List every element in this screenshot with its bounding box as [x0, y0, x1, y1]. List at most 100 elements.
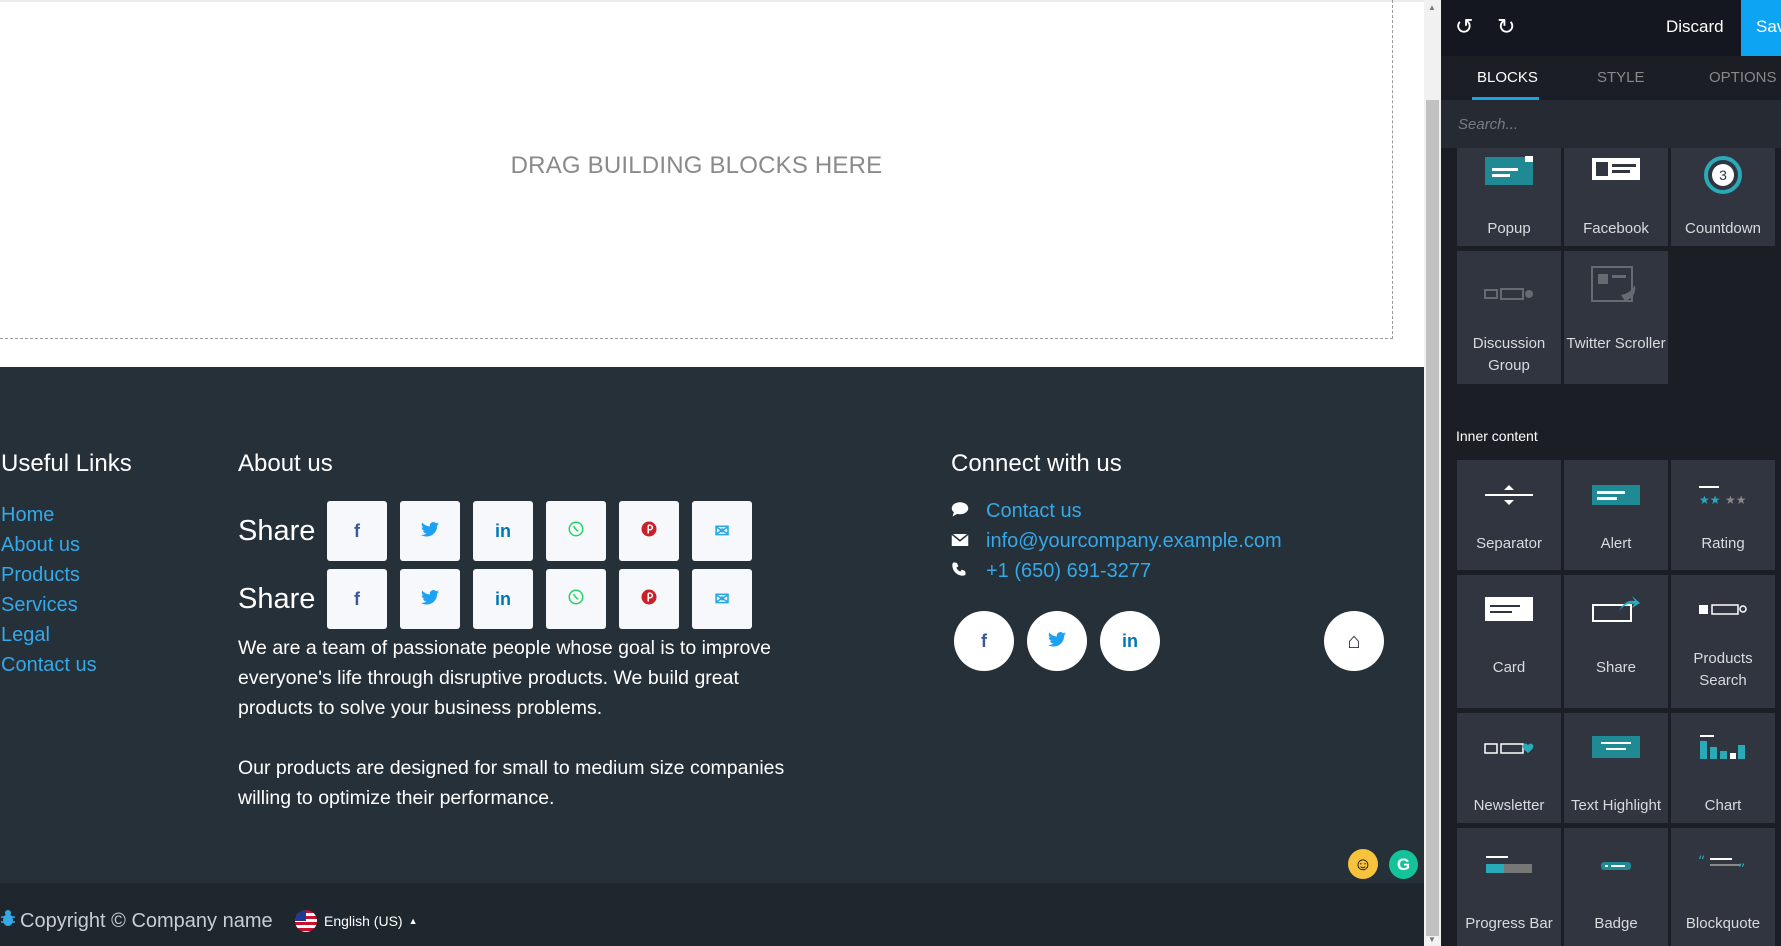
share-twitter-button[interactable] [400, 569, 460, 629]
progress-bar-icon [1486, 856, 1532, 873]
newsletter-icon [1484, 743, 1534, 754]
svg-text:”: ” [1738, 862, 1745, 878]
blocks-search-input[interactable] [1456, 115, 1760, 134]
scroll-thumb[interactable] [1426, 100, 1439, 936]
block-label: Popup [1487, 220, 1531, 237]
language-selector[interactable]: English (US) ▲ [295, 910, 418, 932]
card-icon [1485, 597, 1533, 621]
email-line: info@yourcompany.example.com [951, 530, 1282, 553]
home-button[interactable]: ⌂ [1324, 611, 1384, 671]
block-alert[interactable]: Alert [1564, 460, 1668, 570]
editor-topbar: ↺ ↻ Discard Sav [1441, 0, 1781, 56]
share-facebook-button[interactable]: f [327, 501, 387, 561]
footer-link-legal[interactable]: Legal [1, 620, 97, 650]
block-badge[interactable]: Badge [1564, 828, 1668, 946]
scroll-down-icon[interactable]: ▼ [1428, 935, 1436, 944]
social-facebook-button[interactable]: f [954, 611, 1014, 671]
footer-link-contact-us[interactable]: Contact us [1, 650, 97, 680]
block-text-highlight[interactable]: Text Highlight [1564, 713, 1668, 823]
footer-link-services[interactable]: Services [1, 590, 97, 620]
svg-text:3: 3 [1719, 167, 1727, 183]
footer-link-products[interactable]: Products [1, 560, 97, 590]
block-share[interactable]: Share [1564, 575, 1668, 708]
page-canvas: DRAG BUILDING BLOCKS HERE Useful Links H… [0, 0, 1424, 946]
block-products-search[interactable]: Products Search [1671, 575, 1775, 708]
block-discussion-group[interactable]: Discussion Group [1457, 251, 1561, 384]
block-countdown[interactable]: 3 Countdown [1671, 148, 1775, 246]
svg-text:★★: ★★ [1725, 493, 1747, 507]
social-twitter-button[interactable] [1027, 611, 1087, 671]
block-label: Newsletter [1473, 797, 1545, 814]
footer-link-home[interactable]: Home [1, 500, 97, 530]
block-label: Text Highlight [1570, 797, 1662, 814]
block-label: Card [1492, 659, 1526, 676]
block-facebook[interactable]: Facebook [1564, 148, 1668, 246]
save-button[interactable]: Sav [1741, 0, 1781, 56]
linkedin-icon: in [1122, 630, 1138, 651]
share-pinterest-button[interactable] [619, 569, 679, 629]
discussion-group-icon [1484, 288, 1533, 300]
pinterest-icon [640, 520, 658, 543]
social-linkedin-button[interactable]: in [1100, 611, 1160, 671]
block-progress-bar[interactable]: Progress Bar [1457, 828, 1561, 946]
inner-content-section-title: Inner content [1456, 428, 1538, 444]
facebook-block-icon [1592, 158, 1640, 180]
emoji-widget-icon[interactable]: ☺ [1348, 849, 1378, 879]
share-linkedin-button[interactable]: in [473, 501, 533, 561]
copyright-bar: Copyright © Company name English (US) ▲ [0, 883, 1424, 946]
blocks-search [1441, 100, 1781, 148]
share-facebook-button[interactable]: f [327, 569, 387, 629]
badge-icon [1601, 862, 1631, 870]
share-whatsapp-button[interactable] [546, 501, 606, 561]
discard-button[interactable]: Discard [1666, 17, 1724, 37]
block-newsletter[interactable]: Newsletter [1457, 713, 1561, 823]
block-separator[interactable]: Separator [1457, 460, 1561, 570]
page-scrollbar[interactable]: ▲ ▼ [1424, 0, 1441, 946]
scroll-up-icon[interactable]: ▲ [1428, 3, 1436, 12]
undo-icon[interactable]: ↺ [1455, 14, 1473, 40]
pinterest-icon [640, 588, 658, 611]
bug-icon[interactable] [0, 909, 16, 933]
footer: Useful Links Home About us Products Serv… [0, 367, 1424, 883]
block-label: Progress Bar [1465, 915, 1553, 932]
twitter-scroller-icon [1591, 266, 1636, 302]
block-card[interactable]: Card [1457, 575, 1561, 708]
share-whatsapp-button[interactable] [546, 569, 606, 629]
linkedin-icon: in [495, 520, 511, 541]
tab-options[interactable]: OPTIONS [1709, 69, 1777, 86]
redo-icon[interactable]: ↻ [1497, 14, 1515, 40]
block-rating[interactable]: ★★ ★★ Rating [1671, 460, 1775, 570]
block-chart[interactable]: Chart [1671, 713, 1775, 823]
tab-blocks[interactable]: BLOCKS [1477, 69, 1538, 86]
share-label: Share [238, 582, 316, 615]
share-linkedin-button[interactable]: in [473, 569, 533, 629]
about-paragraph-1: We are a team of passionate people whose… [238, 637, 771, 719]
share-email-button[interactable]: ✉ [692, 501, 752, 561]
share-email-button[interactable]: ✉ [692, 569, 752, 629]
grammarly-icon[interactable]: G [1389, 850, 1418, 879]
contact-us-link[interactable]: Contact us [986, 500, 1082, 523]
phone-icon [951, 561, 986, 582]
share-twitter-button[interactable] [400, 501, 460, 561]
block-label: Twitter Scroller [1566, 335, 1666, 352]
block-popup[interactable]: Popup [1457, 148, 1561, 246]
useful-links-title: Useful Links [1, 450, 132, 477]
useful-links-list: Home About us Products Services Legal Co… [1, 500, 97, 680]
phone-link[interactable]: +1 (650) 691-3277 [986, 560, 1151, 583]
twitter-icon [421, 589, 439, 610]
facebook-icon: f [354, 520, 360, 541]
email-link[interactable]: info@yourcompany.example.com [986, 530, 1282, 553]
blockquote-icon: “” [1698, 854, 1745, 878]
copyright: Copyright © Company name [0, 909, 273, 933]
tab-style[interactable]: STYLE [1597, 69, 1645, 86]
block-blockquote[interactable]: “” Blockquote [1671, 828, 1775, 946]
block-twitter-scroller[interactable]: Twitter Scroller [1564, 251, 1668, 384]
twitter-icon [421, 521, 439, 542]
svg-text:“: “ [1698, 854, 1705, 870]
us-flag-icon [295, 910, 317, 932]
about-paragraph-2: Our products are designed for small to m… [238, 757, 785, 809]
share-pinterest-button[interactable] [619, 501, 679, 561]
footer-link-about-us[interactable]: About us [1, 530, 97, 560]
home-icon: ⌂ [1347, 628, 1361, 653]
share-label: Share [238, 514, 316, 547]
